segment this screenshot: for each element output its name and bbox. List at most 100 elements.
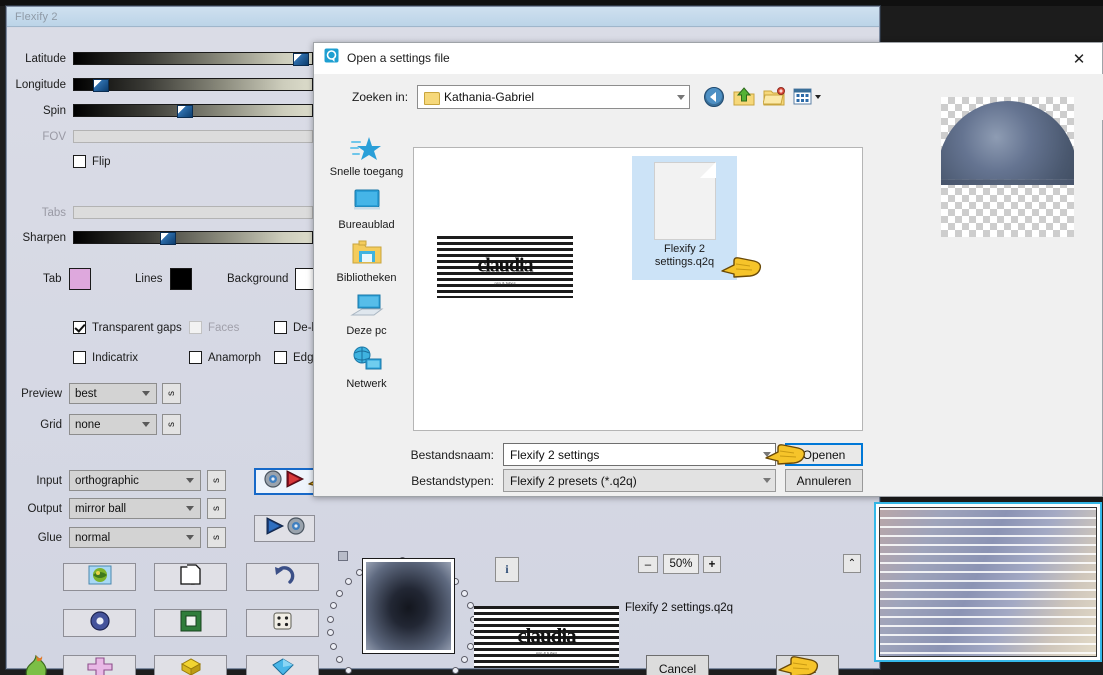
flexify-titlebar[interactable]: Flexify 2 [7, 7, 879, 27]
select-preview[interactable]: best [69, 383, 157, 404]
checkbox-box-anamorph[interactable] [189, 351, 202, 364]
select-row-preview: Preview best s [11, 383, 181, 404]
cube-button[interactable] [154, 655, 227, 675]
filetype-value: Flexify 2 presets (*.q2q) [510, 473, 637, 488]
up-folder-icon[interactable] [733, 86, 755, 108]
torus-button[interactable] [63, 609, 136, 637]
watermark-subtext: psp & tubes [535, 650, 558, 656]
zoom-out-button[interactable]: – [638, 556, 658, 573]
checkbox-label-indicatrix: Indicatrix [92, 351, 139, 364]
frame-button[interactable] [154, 609, 227, 637]
zoom-level-display[interactable]: 50% [663, 554, 699, 574]
image-button[interactable] [63, 563, 136, 591]
file-name-line1: Flexify 2 [664, 243, 705, 255]
checkbox-box-indicatrix[interactable] [73, 351, 86, 364]
dialog-titlebar[interactable]: Open a settings file ✕ [314, 43, 1102, 74]
slider-thumb-longitude[interactable] [93, 79, 109, 92]
ring-dot [344, 578, 352, 586]
view-mode-icon[interactable] [793, 86, 822, 108]
checkbox-indicatrix[interactable]: Indicatrix [73, 351, 138, 364]
ring-dot [336, 655, 344, 663]
output-s-button[interactable]: s [207, 498, 226, 519]
random-button[interactable] [246, 609, 319, 637]
slider-thumb-latitude[interactable] [293, 53, 309, 66]
file-list[interactable]: claudia psp & tubes Flexify 2 settings.q… [413, 147, 863, 431]
save-preset-button[interactable] [254, 515, 315, 542]
filetype-select[interactable]: Flexify 2 presets (*.q2q) [503, 469, 776, 492]
checkbox-transparent-gaps[interactable]: Transparent gaps [73, 321, 182, 334]
slider-fov [73, 130, 313, 143]
slider-label-sharpen: Sharpen [22, 231, 66, 244]
select-glue[interactable]: normal [69, 527, 201, 548]
select-grid[interactable]: none [69, 414, 157, 435]
file-item-flexify-settings[interactable]: Flexify 2 settings.q2q [632, 156, 737, 280]
color-swatch-lines[interactable] [169, 268, 192, 290]
ok-button[interactable]: OK [776, 655, 839, 675]
chevron-down-icon [677, 94, 686, 100]
cross-button[interactable] [63, 655, 136, 675]
grid-s-button[interactable]: s [162, 414, 181, 435]
open-button[interactable]: Openen [785, 443, 863, 466]
input-s-button[interactable]: s [207, 470, 226, 491]
collapse-button[interactable]: ⌃ [843, 554, 861, 573]
zoom-in-button[interactable]: + [703, 556, 721, 573]
blue-gem-icon [271, 657, 295, 675]
slider-thumb-spin[interactable] [177, 105, 193, 118]
app-icon [324, 48, 339, 68]
place-label: Bibliotheken [336, 272, 397, 284]
cancel-button[interactable]: Cancel [646, 655, 709, 675]
checkbox-box-de-haze[interactable] [274, 321, 287, 334]
color-label-background: Background [227, 273, 289, 285]
close-icon[interactable]: ✕ [1056, 43, 1102, 74]
checkbox-box-edges[interactable] [274, 351, 287, 364]
slider-thumb-sharpen[interactable] [160, 232, 176, 245]
checkbox-box-transparent-gaps[interactable] [73, 321, 86, 334]
load-preset-button[interactable] [254, 468, 315, 495]
info-button[interactable]: i [495, 557, 519, 582]
slider-spin[interactable] [73, 104, 313, 118]
copy-button[interactable] [154, 563, 227, 591]
slider-label-tabs: Tabs [41, 206, 66, 219]
place-bibliotheken[interactable]: Bibliotheken [314, 240, 419, 284]
ring-dot [452, 666, 459, 674]
select-input[interactable]: orthographic [69, 470, 201, 491]
back-icon[interactable] [703, 86, 725, 108]
slider-longitude[interactable] [73, 78, 313, 92]
select-row-output: Output mirror ball s [11, 498, 226, 519]
place-deze-pc[interactable]: Deze pc [314, 293, 419, 337]
glue-s-button[interactable]: s [207, 527, 226, 548]
lookin-combo[interactable]: Kathania-Gabriel [417, 85, 691, 109]
place-label: Snelle toegang [329, 166, 404, 178]
ring-dot [460, 655, 468, 663]
place-label: Bureaublad [338, 219, 395, 231]
ring-dot [344, 666, 352, 674]
slider-latitude[interactable] [73, 52, 313, 66]
checkbox-flip[interactable]: Flip [73, 155, 111, 168]
select-output[interactable]: mirror ball [69, 498, 201, 519]
color-swatch-tab[interactable] [68, 268, 91, 290]
document-icon [653, 162, 716, 240]
status-filename: Flexify 2 settings.q2q [625, 602, 734, 614]
filename-row: Bestandsnaam: Flexify 2 settings Openen [314, 443, 1103, 466]
checkbox-box-flip[interactable] [73, 155, 86, 168]
place-netwerk[interactable]: Netwerk [314, 346, 419, 390]
watermark-text: claudia [517, 623, 576, 648]
checkbox-box-faces [189, 321, 202, 334]
new-folder-icon[interactable] [762, 86, 786, 108]
preview-s-button[interactable]: s [162, 383, 181, 404]
checkbox-anamorph[interactable]: Anamorph [189, 351, 261, 364]
main-preview-thumbnail[interactable] [362, 558, 455, 654]
right-preview-image [879, 507, 1097, 657]
place-bureaublad[interactable]: Bureaublad [314, 187, 419, 231]
gem-button[interactable] [246, 655, 319, 675]
slider-sharpen[interactable] [73, 231, 313, 245]
dialog-cancel-button[interactable]: Annuleren [785, 469, 863, 492]
color-row-tab: Tab [43, 268, 91, 290]
reset-button[interactable] [246, 563, 319, 591]
green-flame-icon[interactable] [23, 653, 51, 675]
place-snelle-toegang[interactable]: Snelle toegang [314, 134, 419, 178]
filename-input[interactable]: Flexify 2 settings [503, 443, 776, 466]
select-row-input: Input orthographic s [11, 470, 226, 491]
file-name-line2: settings.q2q [654, 256, 715, 268]
slider-row-tabs: Tabs [11, 206, 323, 219]
